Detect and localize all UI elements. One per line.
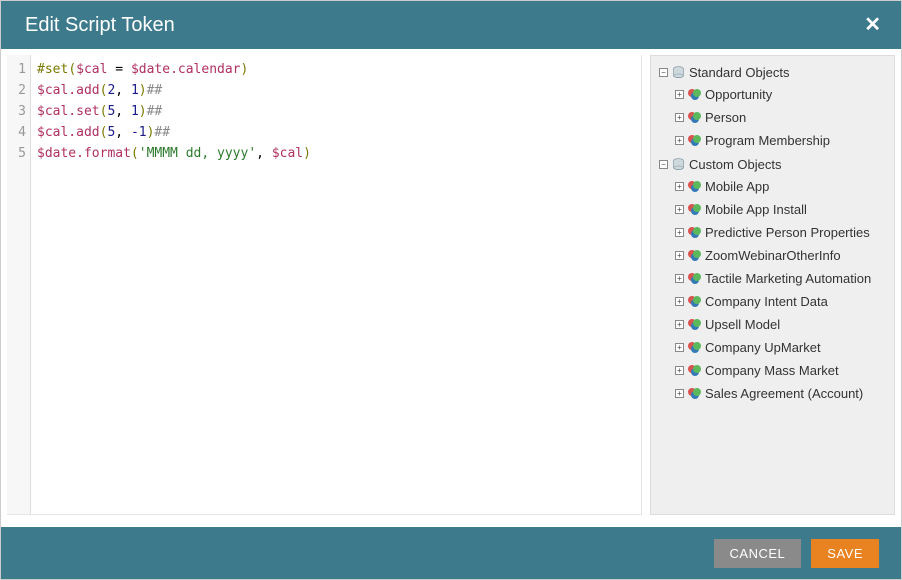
code-line[interactable]: $cal.add(5, -1)## [37,122,635,143]
tree-group-header[interactable]: − Custom Objects [657,154,894,175]
tree-item-label: Mobile App Install [705,202,807,217]
expand-icon[interactable]: + [675,205,684,214]
tree-group: − Custom Objects + Mobile App + Mobile App In… [657,154,894,405]
collapse-icon[interactable]: − [659,160,668,169]
save-button[interactable]: SAVE [811,539,879,568]
expand-icon[interactable]: + [675,90,684,99]
tree-group-label: Standard Objects [689,65,789,80]
collapse-icon[interactable]: − [659,68,668,77]
line-number-gutter: 12345 [7,55,31,514]
tree-item[interactable]: + Company Intent Data [657,290,894,313]
dialog-body: 12345 #set($cal = $date.calendar)$cal.ad… [1,49,901,527]
dialog: Edit Script Token ✕ 12345 #set($cal = $d… [0,0,902,580]
line-number: 2 [7,80,26,101]
object-icon [688,89,701,100]
expand-icon[interactable]: + [675,182,684,191]
tree-item-label: Program Membership [705,133,830,148]
dialog-title: Edit Script Token [25,14,175,37]
close-icon[interactable]: ✕ [864,15,881,35]
expand-icon[interactable]: + [675,228,684,237]
tree-group-header[interactable]: − Standard Objects [657,62,894,83]
expand-icon[interactable]: + [675,297,684,306]
object-icon [688,227,701,238]
tree-item-label: Company Intent Data [705,294,828,309]
tree-item[interactable]: + Mobile App [657,175,894,198]
tree-item[interactable]: + Upsell Model [657,313,894,336]
code-area[interactable]: #set($cal = $date.calendar)$cal.add(2, 1… [31,55,641,514]
tree-item-label: Company UpMarket [705,340,821,355]
object-icon [688,296,701,307]
object-icon [688,365,701,376]
line-number: 1 [7,59,26,80]
tree-item-label: Person [705,110,746,125]
dialog-header: Edit Script Token ✕ [1,1,901,49]
expand-icon[interactable]: + [675,343,684,352]
object-icon [688,273,701,284]
cancel-button[interactable]: CANCEL [714,539,802,568]
object-icon [688,388,701,399]
expand-icon[interactable]: + [675,113,684,122]
tree-item-label: Predictive Person Properties [705,225,870,240]
line-number: 4 [7,122,26,143]
tree-item-label: Mobile App [705,179,769,194]
object-icon [688,342,701,353]
object-icon [688,135,701,146]
tree-item[interactable]: + Predictive Person Properties [657,221,894,244]
tree-item[interactable]: + Opportunity [657,83,894,106]
expand-icon[interactable]: + [675,274,684,283]
tree-item[interactable]: + Tactile Marketing Automation [657,267,894,290]
tree-item-label: ZoomWebinarOtherInfo [705,248,841,263]
expand-icon[interactable]: + [675,320,684,329]
expand-icon[interactable]: + [675,366,684,375]
object-tree[interactable]: − Standard Objects + Opportunity + Person + Pro… [650,55,895,515]
dialog-footer: CANCEL SAVE [1,527,901,579]
expand-icon[interactable]: + [675,389,684,398]
tree-item[interactable]: + Person [657,106,894,129]
code-editor[interactable]: 12345 #set($cal = $date.calendar)$cal.ad… [7,55,642,515]
object-icon [688,112,701,123]
tree-group-label: Custom Objects [689,157,781,172]
code-line[interactable]: #set($cal = $date.calendar) [37,59,635,80]
database-icon [672,66,685,79]
tree-item-label: Tactile Marketing Automation [705,271,871,286]
tree-group: − Standard Objects + Opportunity + Person + Pro… [657,62,894,152]
tree-item[interactable]: + Company Mass Market [657,359,894,382]
tree-item[interactable]: + Company UpMarket [657,336,894,359]
object-icon [688,250,701,261]
code-line[interactable]: $cal.set(5, 1)## [37,101,635,122]
object-icon [688,319,701,330]
tree-item-label: Company Mass Market [705,363,839,378]
object-icon [688,204,701,215]
expand-icon[interactable]: + [675,251,684,260]
line-number: 5 [7,143,26,164]
tree-item[interactable]: + Program Membership [657,129,894,152]
tree-item-label: Sales Agreement (Account) [705,386,863,401]
tree-item-label: Upsell Model [705,317,780,332]
line-number: 3 [7,101,26,122]
code-line[interactable]: $date.format('MMMM dd, yyyy', $cal) [37,143,635,164]
tree-item[interactable]: + Mobile App Install [657,198,894,221]
tree-item-label: Opportunity [705,87,772,102]
object-icon [688,181,701,192]
tree-item[interactable]: + Sales Agreement (Account) [657,382,894,405]
expand-icon[interactable]: + [675,136,684,145]
database-icon [672,158,685,171]
tree-item[interactable]: + ZoomWebinarOtherInfo [657,244,894,267]
code-line[interactable]: $cal.add(2, 1)## [37,80,635,101]
